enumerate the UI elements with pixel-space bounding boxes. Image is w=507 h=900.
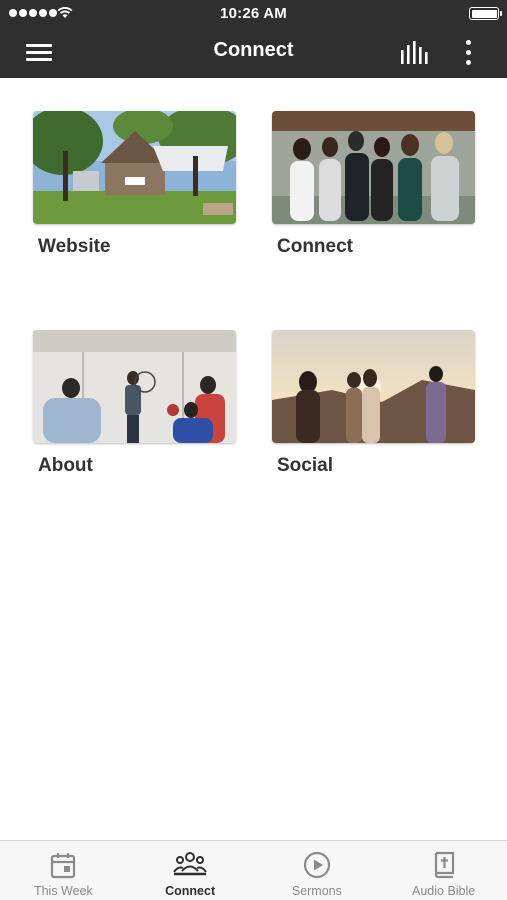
tile-label: Connect [277, 236, 353, 257]
calendar-icon [51, 853, 76, 879]
website-image [33, 111, 236, 224]
status-bar: 10:26 AM [0, 0, 507, 28]
nav-bar: Connect [0, 28, 507, 78]
about-image [33, 330, 236, 443]
group-icon [173, 852, 207, 876]
tab-label: Audio Bible [412, 884, 476, 898]
tab-this-week[interactable]: This Week [0, 841, 127, 900]
bible-icon [434, 851, 454, 879]
tab-label: This Week [33, 884, 93, 898]
tile-connect[interactable]: Connect [272, 111, 475, 258]
tab-label: Connect [165, 884, 216, 898]
tile-label: Social [277, 455, 333, 476]
tile-about[interactable]: About [33, 330, 236, 477]
more-options-icon[interactable] [458, 38, 478, 68]
tab-connect[interactable]: Connect [127, 841, 254, 900]
tile-website[interactable]: Website [33, 111, 236, 258]
social-image [272, 330, 475, 443]
tab-audio-bible[interactable]: Audio Bible [380, 841, 507, 900]
tab-bar: This Week Connect Sermons Audio Bible [0, 840, 507, 900]
play-circle-icon [303, 851, 330, 879]
status-time: 10:26 AM [220, 5, 287, 22]
tile-social[interactable]: Social [272, 330, 475, 477]
tile-label: About [38, 455, 93, 476]
tile-label: Website [38, 236, 111, 257]
tab-sermons[interactable]: Sermons [254, 841, 381, 900]
app-header: 10:26 AM Connect [0, 0, 507, 78]
battery-icon [469, 7, 502, 20]
tab-label: Sermons [291, 884, 342, 898]
connect-image [272, 111, 475, 224]
audio-bars-icon[interactable] [398, 40, 432, 66]
